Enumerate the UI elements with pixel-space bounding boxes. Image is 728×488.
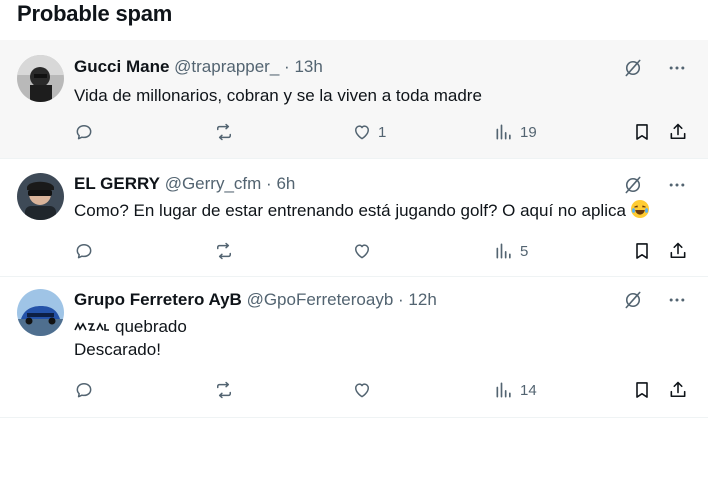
post-header: EL GERRY @Gerry_cfm · 6h [74,173,295,195]
share-button[interactable] [668,239,688,263]
repost-button[interactable] [214,239,234,263]
views-icon [496,124,511,140]
repost-icon [217,381,231,399]
views-button[interactable]: 19 [494,120,537,144]
post-text-line: Como? En lugar de estar entrenando está … [74,199,650,222]
bookmark-button[interactable] [632,120,652,144]
views-button[interactable]: 5 [494,239,528,263]
post[interactable]: Gucci Mane @traprapper_ · 13h Vida de mi… [0,40,708,159]
post-text-line: Descarado! [74,340,161,359]
reply-button[interactable] [74,239,94,263]
bookmark-icon [636,243,648,259]
user-handle[interactable]: @Gerry_cfm [165,174,262,193]
post-header: Gucci Mane @traprapper_ · 13h [74,56,323,78]
user-handle[interactable]: @GpoFerreteroayb [247,290,394,309]
reply-icon [76,125,92,140]
more-icon[interactable] [666,174,688,196]
post-actions: 1 19 [74,120,694,144]
grok-icon[interactable] [622,289,644,311]
reply-button[interactable] [74,120,94,144]
repost-icon [217,242,231,260]
share-icon [670,123,686,140]
bookmark-icon [636,124,648,140]
timestamp[interactable]: 13h [294,57,322,76]
reply-button[interactable] [74,378,94,402]
avatar[interactable] [17,173,64,220]
post-actions: 14 [74,378,694,402]
post-top-actions [622,57,688,79]
timestamp[interactable]: 6h [276,174,295,193]
views-button[interactable]: 14 [494,378,537,402]
post[interactable]: Grupo Ferretero AyB @GpoFerreteroayb · 1… [0,277,708,418]
display-name[interactable]: Gucci Mane [74,57,169,76]
post-text: Como? En lugar de estar entrenando está … [74,199,650,222]
share-icon [670,242,686,259]
reply-icon [76,244,92,259]
reply-icon [76,383,92,398]
like-button[interactable] [352,239,378,263]
share-icon [670,381,686,398]
display-name[interactable]: Grupo Ferretero AyB [74,290,242,309]
bookmark-button[interactable] [632,239,652,263]
separator: · [398,290,404,309]
separator: · [284,57,290,76]
share-button[interactable] [668,378,688,402]
view-count: 5 [520,242,529,260]
repost-button[interactable] [214,378,234,402]
like-button[interactable] [352,378,378,402]
heart-icon [355,383,369,398]
separator: · [266,174,272,193]
view-count: 14 [520,381,537,399]
post-top-actions [622,174,688,196]
like-button[interactable]: 1 [352,120,386,144]
post-header: Grupo Ferretero AyB @GpoFerreteroayb · 1… [74,289,437,311]
post-text-line: quebrado [74,315,187,338]
section-title: Probable spam [17,1,173,26]
like-count: 1 [378,123,387,141]
avatar[interactable] [17,289,64,336]
redacted-word-icon [74,316,110,331]
user-handle[interactable]: @traprapper_ [174,57,279,76]
view-count: 19 [520,123,537,141]
views-icon [496,382,511,398]
post[interactable]: EL GERRY @Gerry_cfm · 6h Como? En lugar … [0,159,708,277]
avatar[interactable] [17,55,64,102]
reply-feed: Gucci Mane @traprapper_ · 13h Vida de mi… [0,40,708,418]
grok-icon[interactable] [622,57,644,79]
grok-icon[interactable] [622,174,644,196]
more-icon[interactable] [666,57,688,79]
share-button[interactable] [668,120,688,144]
post-text: quebrado Descarado! [74,315,187,361]
more-icon[interactable] [666,289,688,311]
post-top-actions [622,289,688,311]
repost-icon [217,123,231,141]
bookmark-icon [636,382,648,398]
display-name[interactable]: EL GERRY [74,174,160,193]
repost-button[interactable] [214,120,234,144]
heart-icon [355,125,369,140]
heart-icon [355,244,369,259]
laughing-emoji-icon [630,199,650,219]
post-actions: 5 [74,239,694,263]
bookmark-button[interactable] [632,378,652,402]
timestamp[interactable]: 12h [408,290,436,309]
post-text-line: Vida de millonarios, cobran y se la vive… [74,86,482,105]
post-text: Vida de millonarios, cobran y se la vive… [74,84,482,107]
views-icon [496,243,511,259]
